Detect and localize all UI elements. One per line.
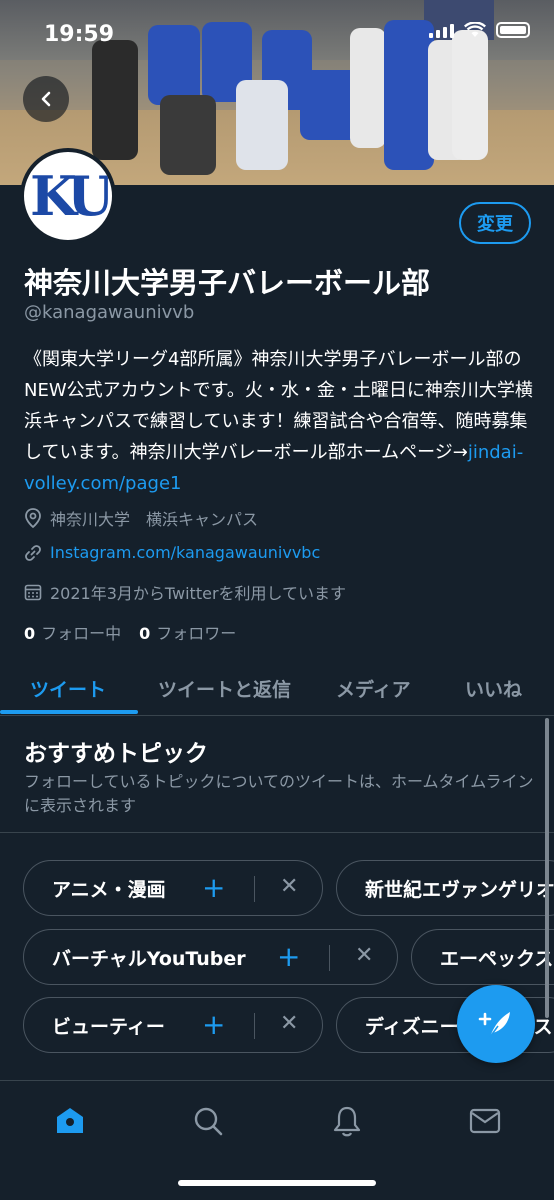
- topics-description: フォローしているトピックについてのツイートは、ホームタイムラインに表示されます: [24, 772, 534, 815]
- profile-name: 神奈川大学男子バレーボール部: [24, 266, 431, 300]
- profile-handle: @kanagawaunivvb: [24, 302, 195, 323]
- followers-link[interactable]: 0 フォロワー: [139, 620, 236, 644]
- link-icon: [25, 544, 41, 561]
- follow-stats: 0 フォロー中 0 フォロワー: [24, 620, 236, 644]
- following-count: 0: [24, 624, 36, 643]
- followers-label: フォロワー: [156, 624, 237, 643]
- tab-tweets[interactable]: ツイート: [30, 660, 106, 716]
- edit-profile-button[interactable]: 変更: [459, 202, 531, 244]
- nav-search[interactable]: [188, 1101, 228, 1141]
- topic-chip[interactable]: ビューティー + ✕: [23, 997, 323, 1053]
- divider: [0, 832, 554, 833]
- nav-home[interactable]: [50, 1101, 90, 1141]
- battery-icon: [496, 22, 530, 38]
- location-pin-icon: [25, 508, 41, 528]
- website-link[interactable]: Instagram.com/kanagawaunivvbc: [50, 543, 320, 562]
- profile-joined: 2021年3月からTwitterを利用しています: [24, 580, 346, 604]
- profile-avatar[interactable]: KU: [20, 148, 116, 244]
- chip-separator: [254, 1013, 255, 1039]
- wifi-icon: [464, 22, 486, 37]
- nav-messages[interactable]: [465, 1101, 505, 1141]
- compose-tweet-button[interactable]: [457, 985, 535, 1063]
- player-figure: [236, 80, 288, 170]
- dismiss-topic-close-icon[interactable]: ✕: [355, 943, 373, 968]
- mail-icon: [469, 1108, 501, 1134]
- tab-likes[interactable]: いいね: [465, 660, 522, 716]
- tab-tweets-and-replies[interactable]: ツイートと返信: [158, 660, 291, 716]
- topic-chip[interactable]: バーチャルYouTuber + ✕: [23, 929, 398, 985]
- topic-chip-label: バーチャルYouTuber: [52, 947, 246, 970]
- topic-chip[interactable]: 新世紀エヴァンゲリオン: [336, 860, 554, 916]
- topics-title: おすすめトピック: [24, 741, 208, 767]
- player-figure: [160, 95, 216, 175]
- following-label: フォロー中: [41, 624, 122, 643]
- status-bar: 19:59: [0, 0, 554, 60]
- dismiss-topic-close-icon[interactable]: ✕: [280, 1011, 298, 1036]
- topic-chip[interactable]: アニメ・漫画 + ✕: [23, 860, 323, 916]
- active-tab-indicator: [0, 710, 138, 714]
- home-icon: [57, 1108, 83, 1133]
- profile-bio: 《関東大学リーグ4部所属》神奈川大学男子バレーボール部のNEW公式アカウントです…: [24, 344, 538, 499]
- follow-topic-plus-icon[interactable]: +: [202, 871, 225, 904]
- back-arrow-icon: [41, 91, 51, 107]
- search-icon: [194, 1107, 223, 1136]
- location-text: 神奈川大学 横浜キャンパス: [50, 510, 259, 529]
- follow-topic-plus-icon[interactable]: +: [277, 940, 300, 973]
- profile-location: 神奈川大学 横浜キャンパス: [24, 506, 258, 530]
- calendar-icon: [24, 584, 42, 601]
- following-link[interactable]: 0 フォロー中: [24, 620, 121, 644]
- profile-website[interactable]: Instagram.com/kanagawaunivvbc: [24, 543, 320, 562]
- nav-notifications[interactable]: [327, 1101, 367, 1141]
- topic-chip-label: アニメ・漫画: [52, 878, 166, 901]
- compose-tweet-icon: [478, 1012, 510, 1038]
- status-time: 19:59: [44, 22, 115, 47]
- followers-count: 0: [139, 624, 151, 643]
- chip-separator: [329, 945, 330, 971]
- joined-text: 2021年3月からTwitterを利用しています: [50, 584, 347, 603]
- home-indicator[interactable]: [178, 1180, 376, 1186]
- profile-tabs: ツイート ツイートと返信 メディア いいね: [0, 660, 554, 716]
- bell-icon: [333, 1106, 361, 1137]
- bio-text: 《関東大学リーグ4部所属》神奈川大学男子バレーボール部のNEW公式アカウントです…: [24, 349, 533, 463]
- back-button[interactable]: [23, 76, 69, 122]
- avatar-logo: KU: [29, 164, 112, 228]
- chip-separator: [254, 876, 255, 902]
- dismiss-topic-close-icon[interactable]: ✕: [280, 874, 298, 899]
- topic-chip-label: ビューティー: [52, 1015, 165, 1038]
- follow-topic-plus-icon[interactable]: +: [202, 1008, 225, 1041]
- cellular-signal-icon: [429, 22, 454, 38]
- topic-chip-label: 新世紀エヴァンゲリオン: [365, 878, 554, 901]
- tab-media[interactable]: メディア: [336, 660, 411, 716]
- topic-chip[interactable]: エーペックスレジェンズ: [411, 929, 554, 985]
- topic-chip-label: エーペックスレジェンズ: [440, 947, 554, 970]
- scrollbar[interactable]: [545, 718, 549, 1018]
